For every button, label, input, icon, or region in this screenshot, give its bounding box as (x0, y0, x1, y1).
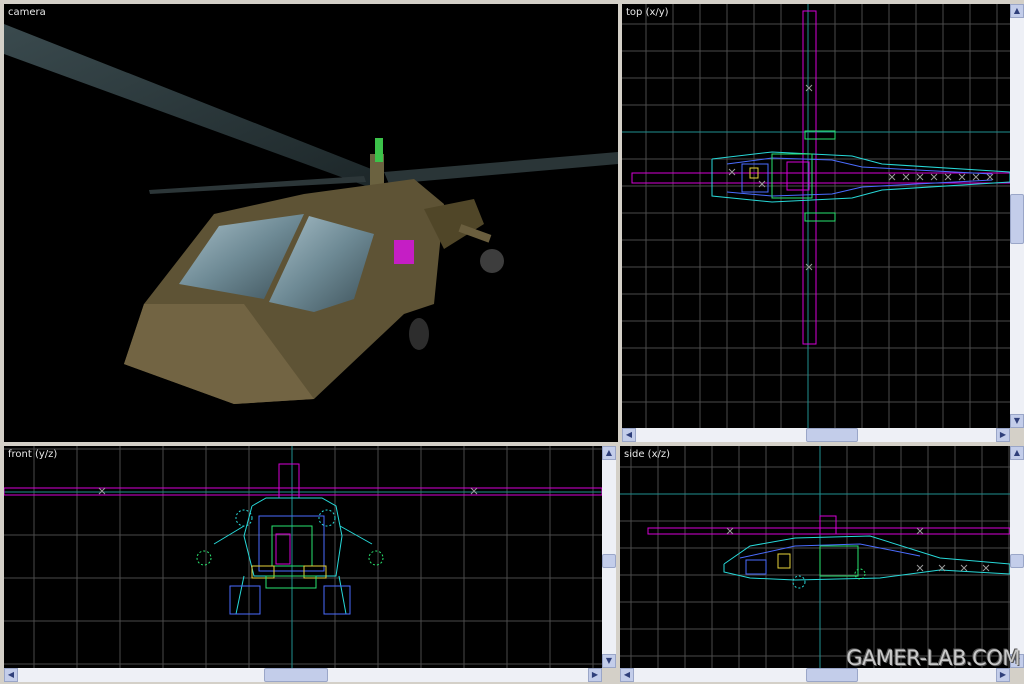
camera-viewport-label: camera (8, 7, 46, 18)
front-vertical-scrollbar[interactable]: ▲ ▼ (602, 446, 616, 668)
pivot-marker (944, 173, 952, 181)
scroll-thumb[interactable] (1010, 194, 1024, 244)
pivot-marker (805, 84, 813, 92)
front-horizontal-scrollbar[interactable]: ◀ ▶ (4, 668, 602, 682)
fuselage-edge (726, 157, 993, 175)
front-wheel (409, 318, 429, 350)
gear-strut (235, 575, 245, 615)
top-vertical-scrollbar[interactable]: ▲ ▼ (1010, 4, 1024, 428)
front-viewport[interactable]: front (y/z) (4, 446, 602, 668)
side-viewport-label: side (x/z) (624, 449, 671, 460)
rotor-mast (278, 463, 300, 499)
rotor-light (375, 138, 383, 162)
fuselage-outline (723, 535, 1010, 581)
triangle-right-icon[interactable]: ▶ (996, 428, 1010, 442)
fuselage-edge (726, 179, 993, 197)
pivot-marker (726, 527, 734, 535)
pivot-marker (986, 173, 994, 181)
triangle-down-icon[interactable]: ▼ (602, 654, 616, 668)
scroll-thumb[interactable] (806, 428, 858, 442)
engine-block (819, 545, 859, 577)
side-horizontal-scrollbar[interactable]: ◀ ▶ (620, 668, 1010, 682)
pivot-marker (902, 173, 910, 181)
gear-frame (323, 585, 351, 615)
scroll-thumb[interactable] (806, 668, 858, 682)
scroll-thumb[interactable] (264, 668, 328, 682)
pivot-marker (916, 173, 924, 181)
wire-wheel (196, 550, 212, 566)
pivot-marker (982, 564, 990, 572)
pivot-marker (972, 173, 980, 181)
triangle-right-icon[interactable]: ▶ (588, 668, 602, 682)
seat (777, 553, 791, 569)
triangle-down-icon[interactable]: ▼ (1010, 414, 1024, 428)
wire-wheel (318, 509, 336, 527)
engine-block (771, 153, 813, 199)
side-wireframe (620, 446, 1010, 668)
rotor-mast (819, 515, 837, 535)
wire-wheel (235, 509, 253, 527)
cockpit-frame (745, 559, 767, 575)
gear-frame (229, 585, 261, 615)
triangle-left-icon[interactable]: ◀ (4, 668, 18, 682)
camera-render (4, 24, 618, 404)
main-rotor-blade (647, 527, 1010, 535)
camera-viewport[interactable]: camera (4, 4, 618, 442)
rotor-blade (384, 152, 618, 184)
main-rotor-blade (631, 172, 1010, 184)
pivot-marker (470, 487, 478, 495)
wire-wheel (368, 550, 384, 566)
top-viewport-label: top (x/y) (626, 7, 669, 18)
rotor-blade (4, 24, 384, 189)
pivot-marker (916, 564, 924, 572)
triangle-right-icon[interactable]: ▶ (996, 668, 1010, 682)
triangle-left-icon[interactable]: ◀ (620, 668, 634, 682)
wire-wheel (792, 575, 806, 589)
gear-strut (338, 575, 347, 615)
wire-wheel (854, 568, 866, 580)
triangle-up-icon[interactable]: ▲ (1010, 4, 1024, 18)
pivot-marker (916, 527, 924, 535)
triangle-up-icon[interactable]: ▲ (1010, 446, 1024, 460)
side-vertical-scrollbar[interactable]: ▲ ▼ (1010, 446, 1024, 668)
pivot-marker (728, 168, 736, 176)
watermark: GAMER-LAB.COM (846, 646, 1020, 670)
stub-wing (804, 212, 836, 222)
weapon-pod (394, 240, 414, 264)
front-wireframe (4, 446, 602, 668)
pivot-marker (930, 173, 938, 181)
pivot-marker (888, 173, 896, 181)
scroll-thumb[interactable] (602, 554, 616, 568)
pivot-marker (960, 564, 968, 572)
scroll-thumb[interactable] (1010, 554, 1024, 568)
pivot-marker (98, 487, 106, 495)
top-wireframe (622, 4, 1010, 428)
hub-block (275, 533, 291, 565)
triangle-up-icon[interactable]: ▲ (602, 446, 616, 460)
side-viewport[interactable]: side (x/z) (620, 446, 1010, 668)
top-horizontal-scrollbar[interactable]: ◀ ▶ (622, 428, 1010, 442)
front-viewport-label: front (y/z) (8, 449, 58, 460)
top-viewport[interactable]: top (x/y) (622, 4, 1010, 428)
landing-wheel (480, 249, 504, 273)
pivot-marker (958, 173, 966, 181)
triangle-left-icon[interactable]: ◀ (622, 428, 636, 442)
